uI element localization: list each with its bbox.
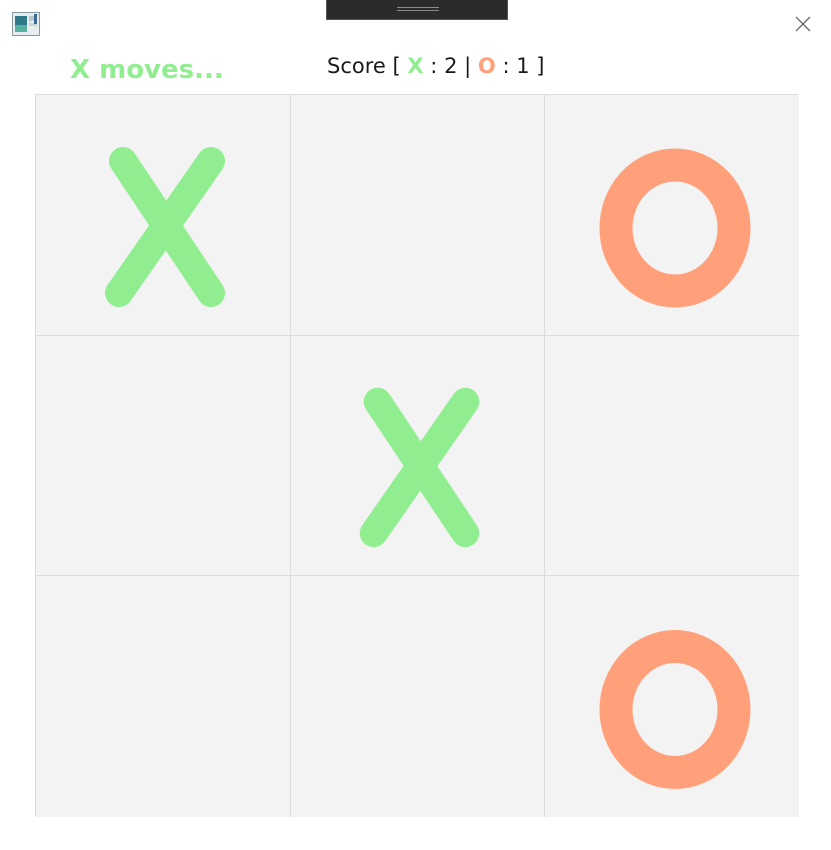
score-x-value: 2 [444, 54, 458, 78]
board-cell-8[interactable] [291, 576, 545, 817]
app-icon [12, 12, 40, 36]
close-button[interactable] [792, 13, 814, 35]
x-mark [359, 387, 480, 548]
score-divider: | [464, 54, 472, 78]
board-cell-3[interactable] [545, 95, 799, 336]
score-x-separator: : [430, 54, 438, 78]
board-cell-7[interactable] [36, 576, 291, 817]
o-mark [599, 148, 751, 308]
board-cell-1[interactable] [36, 95, 291, 336]
score-close-bracket: ] [536, 54, 545, 78]
score-o-label: O [477, 54, 496, 78]
board-cell-9[interactable] [545, 576, 799, 817]
score-display: Score [ X : 2 | O : 1 ] [327, 52, 544, 80]
score-o-value: 1 [516, 54, 530, 78]
grip-icon [397, 7, 439, 11]
score-x-label: X [407, 54, 424, 78]
score-open-bracket: [ [392, 54, 401, 78]
board-cell-4[interactable] [36, 336, 291, 576]
o-mark [599, 630, 751, 789]
close-icon [795, 16, 811, 32]
score-o-separator: : [502, 54, 510, 78]
board-cell-2[interactable] [291, 95, 545, 336]
board-cell-6[interactable] [545, 336, 799, 576]
window-drag-handle[interactable] [326, 0, 508, 20]
game-board [35, 94, 799, 817]
board-cell-5[interactable] [291, 336, 545, 576]
x-mark [105, 147, 225, 307]
score-label: Score [327, 54, 386, 78]
turn-indicator: X moves... [70, 55, 224, 85]
